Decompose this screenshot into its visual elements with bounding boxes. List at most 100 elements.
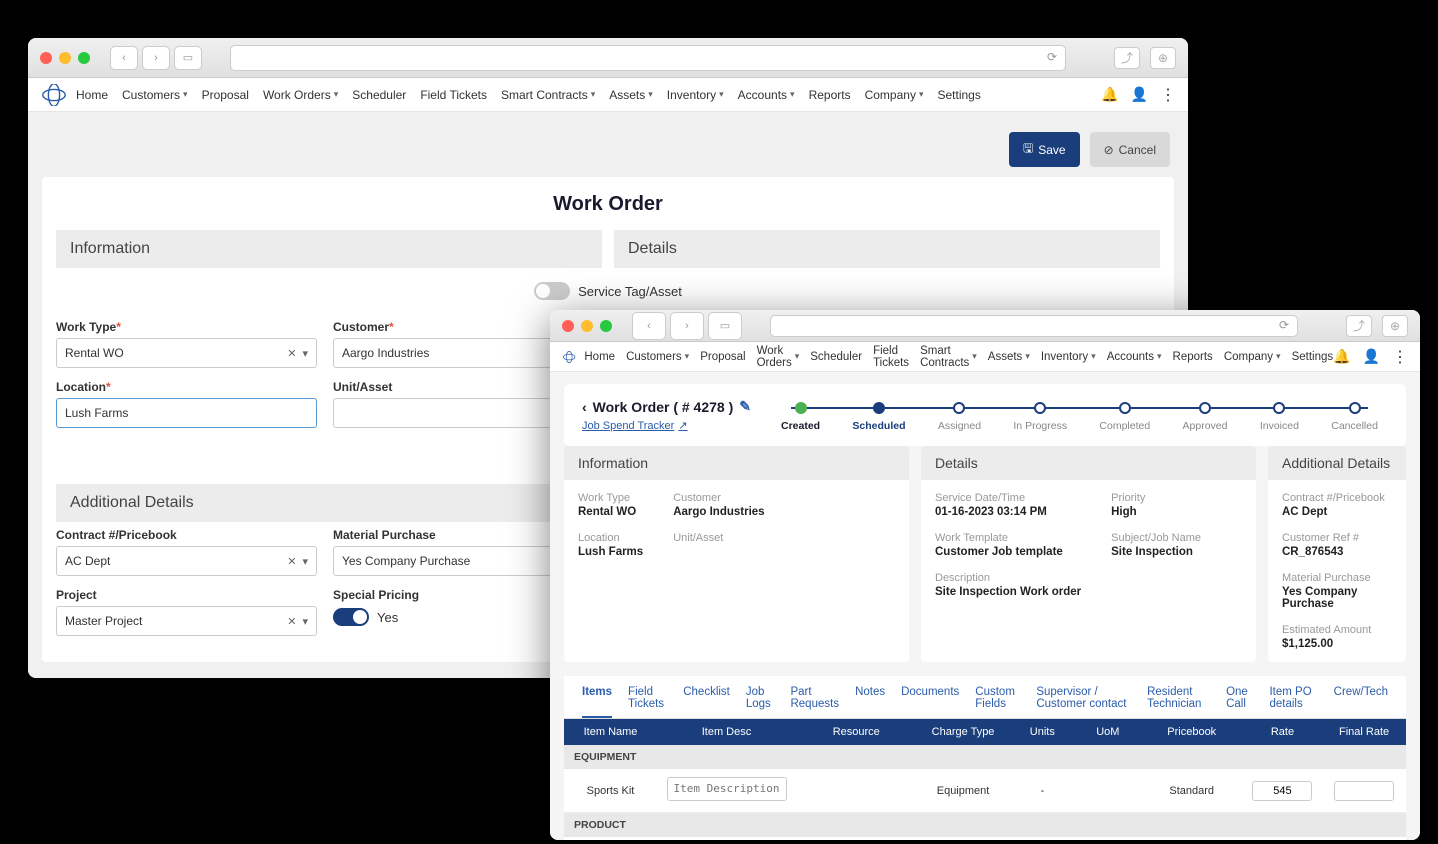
step-in-progress[interactable]: In Progress (1013, 402, 1067, 432)
step-created[interactable]: Created (781, 402, 820, 432)
nav-assets[interactable]: Assets▾ (988, 345, 1030, 369)
nav-proposal[interactable]: Proposal (700, 345, 745, 369)
step-completed[interactable]: Completed (1099, 402, 1150, 432)
tab-crew-tech[interactable]: Crew/Tech (1334, 686, 1388, 718)
step-invoiced[interactable]: Invoiced (1260, 402, 1299, 432)
nav-field-tickets[interactable]: Field Tickets (873, 345, 909, 369)
tabs-button[interactable]: ▭ (174, 46, 202, 70)
minimize-window[interactable] (59, 52, 71, 64)
step-cancelled[interactable]: Cancelled (1331, 402, 1378, 432)
nav-proposal[interactable]: Proposal (202, 88, 249, 102)
info-value: Aargo Industries (673, 506, 764, 518)
url-bar[interactable]: ⟳ (770, 315, 1298, 337)
notifications-icon[interactable]: 🔔 (1333, 348, 1350, 365)
tab-item-po-details[interactable]: Item PO details (1269, 686, 1317, 718)
more-menu-icon[interactable]: ⋮ (1160, 85, 1176, 105)
nav-accounts[interactable]: Accounts▾ (738, 88, 795, 102)
chevron-down-icon: ▾ (972, 351, 977, 362)
minimize-window[interactable] (581, 320, 593, 332)
job-spend-tracker-link[interactable]: Job Spend Tracker↗ (582, 419, 751, 432)
panel-information: Information Work TypeRental WO LocationL… (564, 446, 909, 662)
step-scheduled[interactable]: Scheduled (852, 402, 905, 432)
special-pricing-toggle[interactable] (333, 608, 369, 626)
nav-home[interactable]: Home (584, 345, 615, 369)
nav-work-orders[interactable]: Work Orders▾ (757, 345, 800, 369)
close-window[interactable] (562, 320, 574, 332)
nav-smart-contracts[interactable]: Smart Contracts▾ (501, 88, 595, 102)
nav-customers[interactable]: Customers▾ (122, 88, 188, 102)
item-desc-input[interactable] (667, 777, 787, 801)
tab-documents[interactable]: Documents (901, 686, 959, 718)
refresh-icon[interactable]: ⟳ (1047, 50, 1057, 64)
project-select[interactable]: Master Project ✕▾ (56, 606, 317, 636)
chevron-down-icon[interactable]: ▾ (302, 555, 308, 568)
nav-settings[interactable]: Settings (937, 88, 980, 102)
nav-settings[interactable]: Settings (1292, 345, 1334, 369)
share-icon[interactable]: ⤴ (1114, 47, 1140, 69)
edit-icon[interactable]: ✎ (739, 398, 751, 415)
nav-scheduler[interactable]: Scheduler (352, 88, 406, 102)
nav-company[interactable]: Company▾ (1224, 345, 1281, 369)
tab-checklist[interactable]: Checklist (683, 686, 730, 718)
nav-customers[interactable]: Customers▾ (626, 345, 689, 369)
final-rate-input[interactable] (1334, 781, 1394, 801)
back-chevron-icon[interactable]: ‹ (582, 399, 587, 415)
user-profile-icon[interactable]: 👤 (1363, 348, 1380, 365)
contract-select[interactable]: AC Dept ✕▾ (56, 546, 317, 576)
user-profile-icon[interactable]: 👤 (1131, 86, 1148, 103)
app-logo[interactable] (40, 84, 68, 106)
tab-field-tickets[interactable]: Field Tickets (628, 686, 667, 718)
tab-items[interactable]: Items (582, 686, 612, 718)
clear-icon[interactable]: ✕ (287, 347, 296, 360)
share-icon[interactable]: ⤴ (1346, 315, 1372, 337)
nav-reports[interactable]: Reports (1173, 345, 1213, 369)
rate-input[interactable] (1252, 781, 1312, 801)
tab-one-call[interactable]: One Call (1226, 686, 1253, 718)
step-assigned[interactable]: Assigned (938, 402, 981, 432)
maximize-window[interactable] (600, 320, 612, 332)
nav-inventory[interactable]: Inventory▾ (667, 88, 724, 102)
clear-icon[interactable]: ✕ (287, 555, 296, 568)
nav-inventory[interactable]: Inventory▾ (1041, 345, 1096, 369)
tab-notes[interactable]: Notes (855, 686, 885, 718)
save-button[interactable]: 🖫Save (1009, 132, 1080, 167)
nav-work-orders[interactable]: Work Orders▾ (263, 88, 338, 102)
tab-part-requests[interactable]: Part Requests (790, 686, 839, 718)
refresh-icon[interactable]: ⟳ (1279, 318, 1289, 332)
work-type-select[interactable]: Rental WO ✕▾ (56, 338, 317, 368)
nav-smart-contracts[interactable]: Smart Contracts▾ (920, 345, 977, 369)
more-menu-icon[interactable]: ⋮ (1392, 347, 1408, 367)
tabs-icon[interactable]: ⊕ (1382, 315, 1408, 337)
notifications-icon[interactable]: 🔔 (1101, 86, 1118, 103)
tab-job-logs[interactable]: Job Logs (746, 686, 775, 718)
tabs-icon[interactable]: ⊕ (1150, 47, 1176, 69)
step-approved[interactable]: Approved (1183, 402, 1228, 432)
close-window[interactable] (40, 52, 52, 64)
back-button[interactable]: ‹ (110, 46, 138, 70)
service-tag-toggle[interactable] (534, 282, 570, 300)
tabs-button[interactable]: ▭ (708, 312, 742, 340)
chevron-down-icon[interactable]: ▾ (302, 615, 308, 628)
cell-pricebook: Standard (1141, 777, 1243, 805)
nav-company[interactable]: Company▾ (865, 88, 924, 102)
chevron-down-icon[interactable]: ▾ (302, 347, 308, 360)
maximize-window[interactable] (78, 52, 90, 64)
nav-reports[interactable]: Reports (809, 88, 851, 102)
clear-icon[interactable]: ✕ (287, 615, 296, 628)
url-bar[interactable]: ⟳ (230, 45, 1066, 71)
nav-assets[interactable]: Assets▾ (609, 88, 653, 102)
nav-scheduler[interactable]: Scheduler (810, 345, 862, 369)
cancel-button[interactable]: ⊘Cancel (1090, 132, 1170, 167)
nav-home[interactable]: Home (76, 88, 108, 102)
tab-custom-fields[interactable]: Custom Fields (975, 686, 1020, 718)
app-logo[interactable] (562, 346, 576, 368)
nav-accounts[interactable]: Accounts▾ (1107, 345, 1162, 369)
nav-field-tickets[interactable]: Field Tickets (420, 88, 487, 102)
location-select[interactable]: Lush Farms (56, 398, 317, 428)
forward-button[interactable]: › (670, 312, 704, 340)
back-button[interactable]: ‹ (632, 312, 666, 340)
tab-resident-technician[interactable]: Resident Technician (1147, 686, 1210, 718)
forward-button[interactable]: › (142, 46, 170, 70)
tab-supervisor-customer-contact[interactable]: Supervisor / Customer contact (1036, 686, 1131, 718)
work-type-label: Work Type* (56, 320, 317, 334)
